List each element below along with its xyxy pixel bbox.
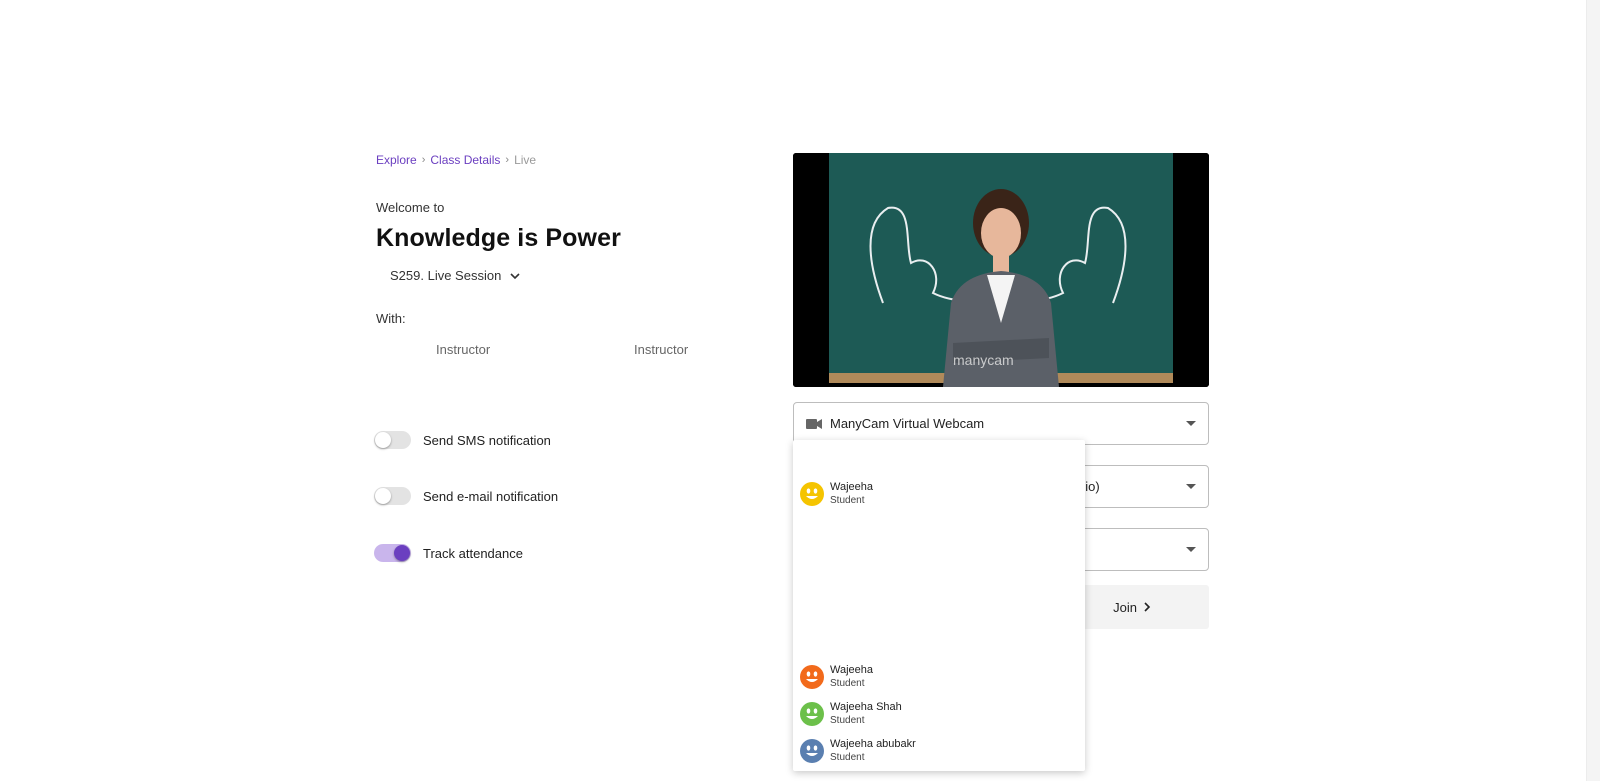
session-label: S259. Live Session xyxy=(390,268,502,283)
session-selector[interactable]: S259. Live Session xyxy=(390,268,521,283)
chevron-right-icon: › xyxy=(505,154,510,166)
chevron-down-icon xyxy=(510,272,520,279)
camera-preview: manycam xyxy=(793,153,1209,387)
user-info: Wajeeha Shah Student xyxy=(830,700,902,727)
email-notification-row: Send e-mail notification xyxy=(374,487,558,505)
smiley-avatar-icon xyxy=(800,738,824,763)
user-info: Wajeeha Student xyxy=(830,480,873,507)
smiley-avatar-icon xyxy=(800,701,824,726)
track-attendance-toggle[interactable] xyxy=(374,544,411,562)
breadcrumb-explore[interactable]: Explore xyxy=(376,153,417,167)
toggle-knob xyxy=(394,545,410,561)
user-role: Student xyxy=(830,678,865,689)
page: Explore › Class Details › Live Welcome t… xyxy=(0,0,1600,781)
breadcrumb: Explore › Class Details › Live xyxy=(376,153,536,167)
track-attendance-row: Track attendance xyxy=(374,544,523,562)
camera-select-value: ManyCam Virtual Webcam xyxy=(830,416,985,431)
sms-notification-row: Send SMS notification xyxy=(374,431,551,449)
smiley-avatar-icon xyxy=(800,664,824,689)
chevron-right-icon: › xyxy=(421,154,426,166)
join-label: Join xyxy=(1113,599,1137,615)
dropdown-user-item[interactable]: Wajeeha Student xyxy=(800,663,873,690)
camera-select[interactable]: ManyCam Virtual Webcam xyxy=(793,402,1209,445)
user-name: Wajeeha abubakr xyxy=(830,738,916,750)
instructor-role: Instructor xyxy=(436,342,491,357)
user-info: Wajeeha abubakr Student xyxy=(830,737,916,764)
video-camera-icon xyxy=(806,418,822,429)
caret-down-icon xyxy=(1186,484,1196,489)
user-role: Student xyxy=(830,715,865,726)
caret-down-icon xyxy=(1186,547,1196,552)
user-info: Wajeeha Student xyxy=(830,663,873,690)
user-name: Wajeeha xyxy=(830,664,874,676)
page-title: Knowledge is Power xyxy=(376,224,621,252)
user-name: Wajeeha xyxy=(830,481,874,493)
toggle-knob xyxy=(375,432,391,448)
user-role: Student xyxy=(830,495,865,506)
welcome-text: Welcome to xyxy=(376,200,445,215)
dropdown-user-item[interactable]: Wajeeha Shah Student xyxy=(800,700,902,727)
breadcrumb-class-details[interactable]: Class Details xyxy=(430,153,500,167)
chevron-right-icon xyxy=(1144,602,1151,612)
toggle-knob xyxy=(375,488,391,504)
dropdown-user-item[interactable]: Wajeeha Student xyxy=(800,480,873,507)
email-notification-label: Send e-mail notification xyxy=(423,488,559,504)
user-name: Wajeeha Shah xyxy=(830,701,902,713)
scrollbar[interactable] xyxy=(1586,0,1600,781)
caret-down-icon xyxy=(1186,421,1196,426)
email-notification-toggle[interactable] xyxy=(374,487,411,505)
user-role: Student xyxy=(830,752,865,763)
sms-notification-toggle[interactable] xyxy=(374,431,411,449)
user-dropdown-menu: Wajeeha Student Wajeeha Student Wajeeha … xyxy=(793,440,1085,771)
dropdown-user-item[interactable]: Wajeeha abubakr Student xyxy=(800,737,916,764)
smiley-avatar-icon xyxy=(800,481,824,506)
sms-notification-label: Send SMS notification xyxy=(423,432,551,448)
camera-preview-image: manycam xyxy=(793,153,1209,387)
track-attendance-label: Track attendance xyxy=(423,545,523,561)
breadcrumb-current: Live xyxy=(514,153,537,167)
instructor-role: Instructor xyxy=(634,342,689,357)
with-label: With: xyxy=(376,311,406,326)
watermark-text: manycam xyxy=(953,352,1014,368)
